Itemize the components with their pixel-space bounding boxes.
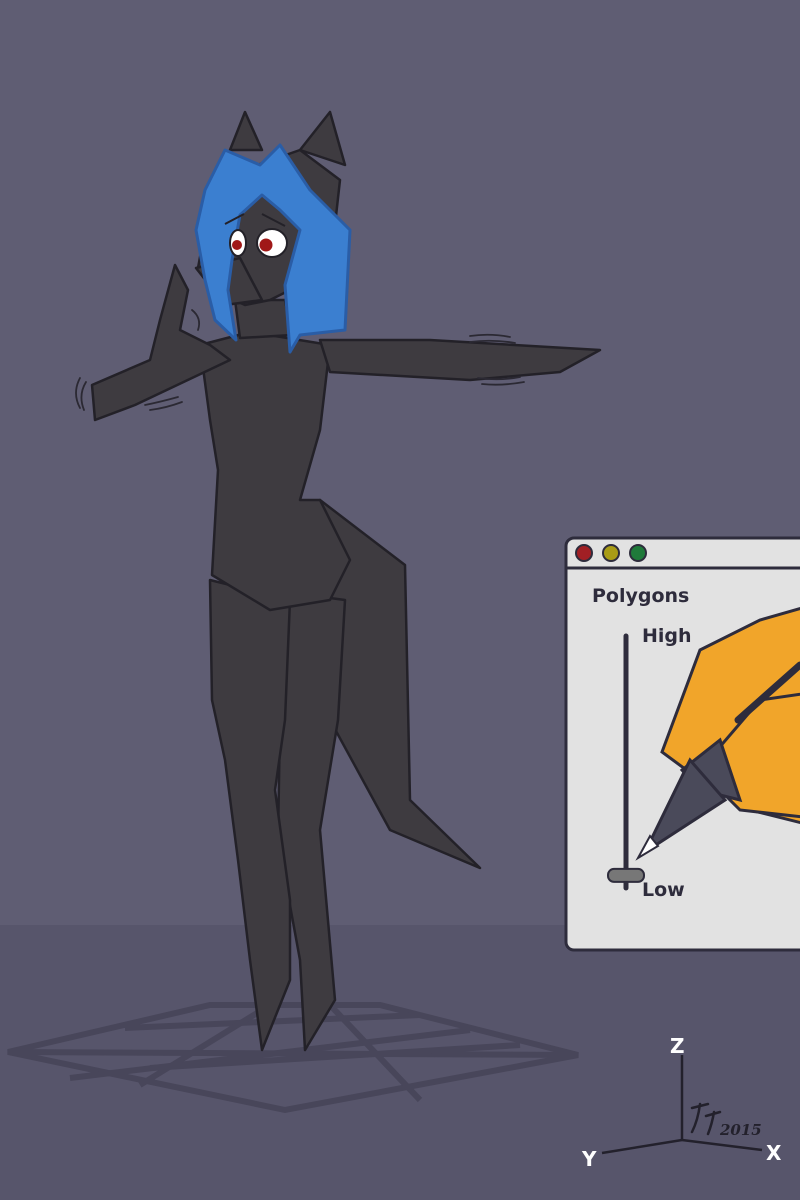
z-axis-label: Z bbox=[670, 1034, 685, 1058]
illustration: Polygons High Low Z Y X 2015 bbox=[0, 110, 800, 1200]
maximize-button[interactable] bbox=[629, 544, 647, 562]
arm-right bbox=[318, 338, 602, 382]
iris-right bbox=[259, 238, 273, 252]
minimize-button[interactable] bbox=[602, 544, 620, 562]
signature-year: 2015 bbox=[719, 1121, 762, 1139]
torso bbox=[198, 330, 352, 612]
x-axis-label: X bbox=[766, 1141, 782, 1165]
close-button[interactable] bbox=[575, 544, 593, 562]
slider-thumb[interactable] bbox=[607, 867, 645, 883]
character bbox=[90, 110, 602, 1052]
ear-left bbox=[228, 110, 264, 152]
slider-low-label: Low bbox=[642, 879, 685, 901]
window-title: Polygons bbox=[592, 585, 689, 607]
floor bbox=[0, 925, 800, 1200]
y-axis-label: Y bbox=[581, 1147, 597, 1171]
iris-left bbox=[232, 240, 242, 250]
polygons-window: Polygons High Low bbox=[564, 536, 800, 952]
slider-high-label: High bbox=[642, 625, 692, 647]
